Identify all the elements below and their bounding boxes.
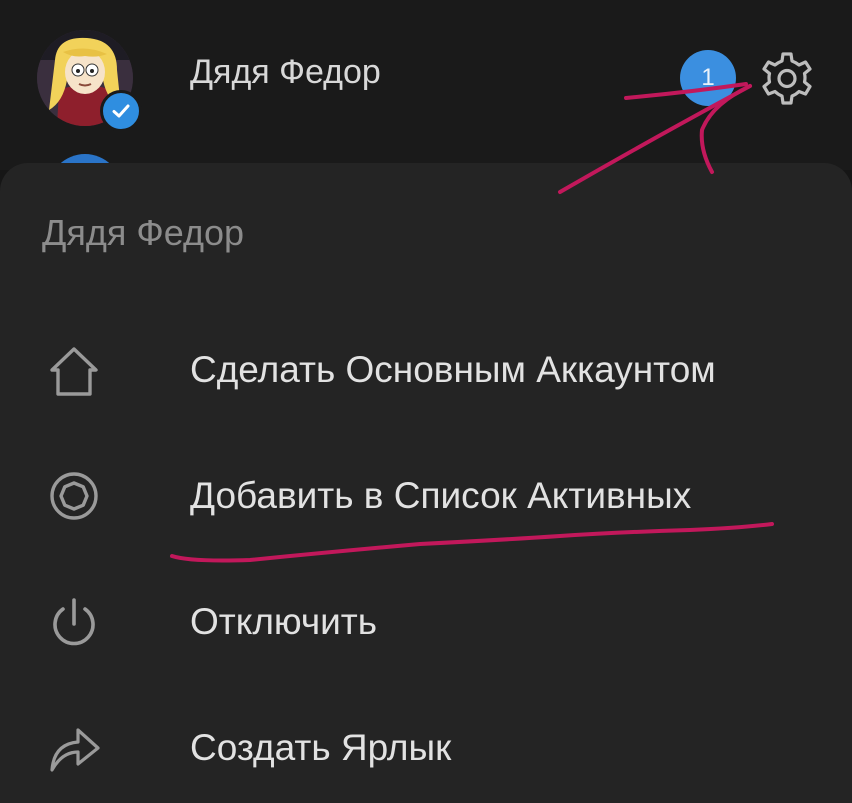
sheet-title: Дядя Федор xyxy=(42,212,245,253)
power-icon xyxy=(53,598,95,646)
share-arrow-icon xyxy=(50,728,100,772)
gear-icon xyxy=(762,52,812,105)
menu-item-label: Отключить xyxy=(190,601,378,642)
record-icon xyxy=(50,472,98,520)
account-name[interactable]: Дядя Федор xyxy=(190,52,381,92)
menu-item-disconnect[interactable]: Отключить xyxy=(0,572,852,672)
notification-count-badge: 1 xyxy=(680,50,736,106)
home-icon xyxy=(50,347,98,396)
menu-item-create-shortcut[interactable]: Создать Ярлык xyxy=(0,698,852,798)
menu-item-label: Сделать Основным Аккаунтом xyxy=(190,349,716,390)
menu-item-add-to-active[interactable]: Добавить в Список Активных xyxy=(0,446,852,546)
verified-icon xyxy=(100,90,142,132)
menu-item-label: Создать Ярлык xyxy=(190,727,452,768)
menu-item-make-primary[interactable]: Сделать Основным Аккаунтом xyxy=(0,320,852,420)
menu-item-label: Добавить в Список Активных xyxy=(190,475,692,516)
settings-button[interactable] xyxy=(756,48,818,110)
